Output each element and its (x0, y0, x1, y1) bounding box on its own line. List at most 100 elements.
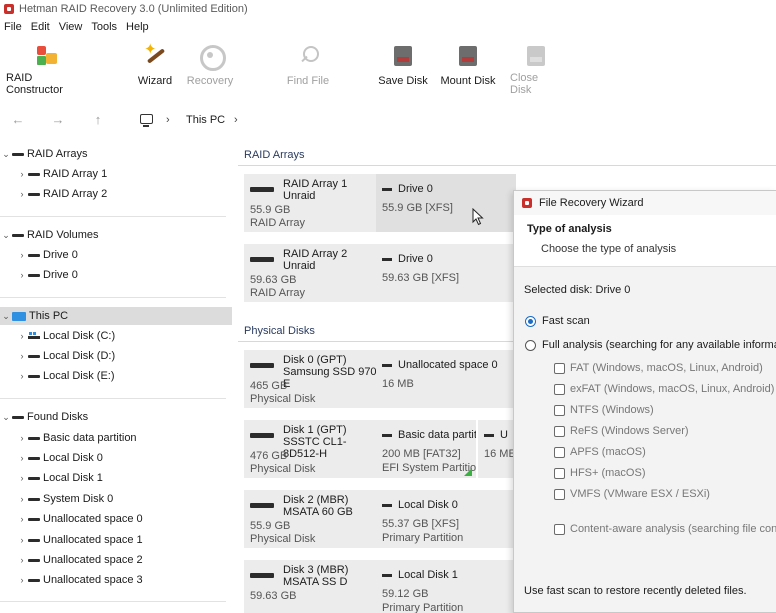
card-title-line1: Disk 2 (MBR) (283, 494, 349, 506)
chevron-right-icon[interactable]: › (16, 250, 28, 260)
tree-item-local-disk-e[interactable]: › Local Disk (E:) (0, 367, 232, 385)
partition-tile[interactable]: Local Disk 1 59.12 GB Primary Partition (376, 560, 513, 613)
tree-item-unallocated-0[interactable]: › Unallocated space 0 (0, 510, 232, 528)
chevron-right-icon[interactable]: › (16, 331, 28, 341)
partition-name: Unallocated space 0 (398, 359, 498, 371)
refs-checkbox[interactable] (554, 426, 565, 437)
chevron-right-icon[interactable]: › (16, 371, 28, 381)
tree-item-drive-0[interactable]: › Drive 0 (0, 246, 232, 264)
raid-constructor-button[interactable]: RAID Constructor (6, 40, 88, 96)
find-file-button[interactable]: Find File (286, 40, 330, 96)
partition-tile[interactable]: Drive 0 55.9 GB [XFS] (376, 174, 516, 232)
partition-name: Basic data partit (398, 429, 476, 441)
full-analysis-radio[interactable] (525, 340, 536, 351)
card-type: Physical Disk (250, 393, 316, 405)
tree-item-system-disk-0[interactable]: › System Disk 0 (0, 490, 232, 508)
tree-item-drive-0[interactable]: › Drive 0 (0, 266, 232, 284)
raid-array-card[interactable]: RAID Array 2 Unraid 59.63 GB RAID Array (244, 244, 378, 302)
partition-info: 55.37 GB [XFS] (382, 518, 460, 530)
tree-group-this-pc[interactable]: ⌄ This PC (0, 307, 232, 325)
tree-item-local-disk-1[interactable]: › Local Disk 1 (0, 469, 232, 487)
fast-scan-label[interactable]: Fast scan (542, 315, 590, 327)
drive-icon (28, 497, 40, 501)
fast-scan-radio[interactable] (525, 316, 536, 327)
exfat-checkbox[interactable] (554, 384, 565, 395)
full-analysis-label[interactable]: Full analysis (searching for any availab… (542, 339, 776, 351)
wizard-button[interactable]: Wizard (136, 40, 174, 96)
mount-disk-button[interactable]: Mount Disk (440, 40, 496, 96)
physical-disk-card[interactable]: Disk 0 (GPT) Samsung SSD 970 E 465 GB Phy… (244, 350, 378, 408)
chevron-right-icon[interactable]: › (16, 453, 28, 463)
hfs-checkbox[interactable] (554, 468, 565, 479)
partition-tile[interactable]: U 16 ME (478, 420, 513, 478)
card-title-line2: Unraid (283, 190, 316, 202)
tree-item-label: Basic data partition (43, 432, 137, 444)
chevron-down-icon[interactable]: ⌄ (0, 230, 12, 241)
chevron-right-icon[interactable]: › (16, 351, 28, 361)
tree-item-unallocated-2[interactable]: › Unallocated space 2 (0, 551, 232, 569)
card-size: 59.63 GB (250, 274, 297, 286)
forward-arrow-icon[interactable]: → (48, 112, 68, 127)
chevron-down-icon[interactable]: ⌄ (0, 149, 12, 160)
breadcrumb-chevron-icon[interactable]: › (234, 114, 238, 126)
chevron-right-icon[interactable]: › (16, 473, 28, 483)
card-type: RAID Array (250, 217, 306, 229)
ntfs-checkbox[interactable] (554, 405, 565, 416)
chevron-right-icon[interactable]: › (16, 169, 28, 179)
chevron-right-icon[interactable]: › (16, 575, 28, 585)
chevron-right-icon[interactable]: › (16, 494, 28, 504)
breadcrumb-this-pc[interactable]: This PC (186, 114, 225, 126)
tree-group-raid-volumes[interactable]: ⌄ RAID Volumes (0, 226, 232, 244)
up-arrow-icon[interactable]: ↑ (88, 112, 108, 127)
physical-disk-card[interactable]: Disk 1 (GPT) SSSTC CL1-8D512-H 476 GB Phy… (244, 420, 378, 478)
partition-tile[interactable]: Unallocated space 0 16 MB (376, 350, 513, 408)
drive-icon (28, 172, 40, 176)
partition-tile[interactable]: Basic data partit 200 MB [FAT32] EFI Sys… (376, 420, 476, 478)
tree-item-unallocated-1[interactable]: › Unallocated space 1 (0, 531, 232, 549)
card-title: Disk 0 (GPT) Samsung SSD 970 E (283, 354, 378, 390)
close-disk-button[interactable]: Close Disk (510, 40, 562, 96)
tree-item-raid-array-2[interactable]: › RAID Array 2 (0, 185, 232, 203)
tree-item-local-disk-0[interactable]: › Local Disk 0 (0, 449, 232, 467)
chevron-right-icon[interactable]: › (16, 270, 28, 280)
tree-group-found-disks[interactable]: ⌄ Found Disks (0, 408, 232, 426)
apfs-checkbox[interactable] (554, 447, 565, 458)
drive-icon (382, 503, 392, 507)
menu-view[interactable]: View (59, 21, 83, 33)
back-arrow-icon[interactable]: ← (8, 112, 28, 127)
partition-tile[interactable]: Local Disk 0 55.37 GB [XFS] Primary Part… (376, 490, 513, 548)
recovery-button[interactable]: Recovery (187, 40, 233, 96)
tree-item-local-disk-d[interactable]: › Local Disk (D:) (0, 347, 232, 365)
drive-icon (28, 436, 40, 440)
menu-tools[interactable]: Tools (91, 21, 117, 33)
menu-file[interactable]: File (4, 21, 22, 33)
tree-item-basic-data-partition[interactable]: › Basic data partition (0, 429, 232, 447)
chevron-right-icon[interactable]: › (16, 433, 28, 443)
partition-info: 59.63 GB [XFS] (382, 272, 460, 284)
tree-item-local-disk-c[interactable]: › Local Disk (C:) (0, 327, 232, 345)
chevron-right-icon[interactable]: › (16, 535, 28, 545)
chevron-down-icon[interactable]: ⌄ (0, 412, 12, 423)
content-aware-checkbox[interactable] (554, 524, 565, 535)
raid-array-card[interactable]: RAID Array 1 Unraid 55.9 GB RAID Array (244, 174, 378, 232)
partition-tile[interactable]: Drive 0 59.63 GB [XFS] (376, 244, 513, 302)
tree-item-unallocated-3[interactable]: › Unallocated space 3 (0, 571, 232, 589)
physical-disk-card[interactable]: Disk 2 (MBR) MSATA 60 GB 55.9 GB Physical… (244, 490, 378, 548)
menu-edit[interactable]: Edit (31, 21, 50, 33)
computer-icon[interactable] (140, 114, 153, 127)
chevron-right-icon[interactable]: › (16, 189, 28, 199)
vmfs-checkbox[interactable] (554, 489, 565, 500)
tree-item-label: System Disk 0 (43, 493, 114, 505)
tree-item-raid-array-1[interactable]: › RAID Array 1 (0, 165, 232, 183)
card-title-line1: Disk 3 (MBR) (283, 564, 349, 576)
save-disk-button[interactable]: Save Disk (378, 40, 428, 96)
chevron-right-icon[interactable]: › (16, 555, 28, 565)
tree-group-label: This PC (29, 310, 69, 322)
fat-checkbox[interactable] (554, 363, 565, 374)
tree-group-raid-arrays[interactable]: ⌄ RAID Arrays (0, 145, 232, 163)
fast-scan-hint: Use fast scan to restore recently delete… (524, 585, 747, 597)
physical-disk-card[interactable]: Disk 3 (MBR) MSATA SS D 59.63 GB (244, 560, 378, 613)
chevron-down-icon[interactable]: ⌄ (0, 311, 12, 322)
menu-help[interactable]: Help (126, 21, 149, 33)
chevron-right-icon[interactable]: › (16, 514, 28, 524)
